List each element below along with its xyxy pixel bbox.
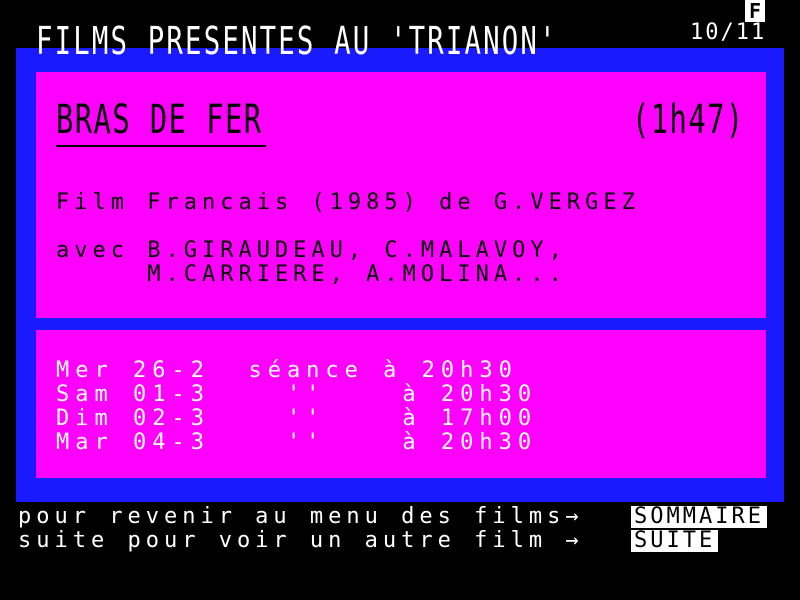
film-origin: Film Francais (1985) de G.VERGEZ	[56, 190, 640, 215]
film-title: BRAS DE FER	[56, 97, 263, 143]
page-badge: F	[745, 0, 765, 22]
schedule-row: Sam 01-3 '' à 20h30	[56, 382, 538, 407]
page-title: FILMS PRESENTES AU 'TRIANON'	[36, 19, 558, 63]
page-indicator: 10/11	[690, 20, 767, 45]
suite-button[interactable]: SUITE	[631, 530, 719, 552]
schedule-row: Mer 26-2 séance à 20h30	[56, 358, 518, 383]
footer-next-hint: suite pour voir un autre film →	[18, 528, 584, 553]
schedule-row: Mar 04-3 '' à 20h30	[56, 430, 538, 455]
film-duration: (1h47)	[632, 97, 745, 143]
film-cast-line-1: avec B.GIRAUDEAU, C.MALAVOY,	[56, 238, 567, 263]
film-cast-line-2: M.CARRIERE, A.MOLINA...	[56, 262, 567, 287]
sommaire-button[interactable]: SOMMAIRE	[631, 506, 767, 528]
footer-menu-hint: pour revenir au menu des films→	[18, 504, 584, 529]
schedule-row: Dim 02-3 '' à 17h00	[56, 406, 538, 431]
film-title-underline	[56, 145, 266, 147]
